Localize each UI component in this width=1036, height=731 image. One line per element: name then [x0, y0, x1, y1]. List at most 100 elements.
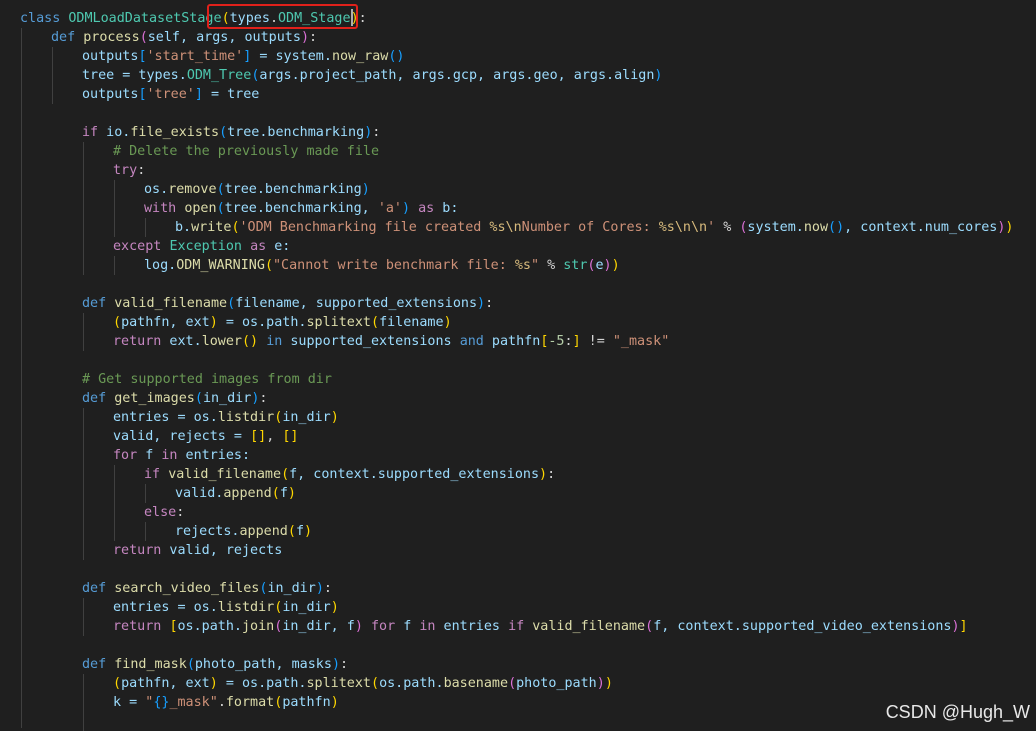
format-escape: %s [514, 258, 531, 273]
colon: : [358, 11, 367, 26]
function-call: listdir [217, 600, 275, 615]
identifier: = os.path. [217, 315, 307, 330]
code-line-21[interactable]: def get_images(in_dir): [82, 389, 267, 408]
code-line-17[interactable]: (pathfn, ext) = os.path.splitext(filenam… [113, 313, 452, 332]
string: " [530, 258, 540, 273]
code-line-35[interactable]: def find_mask(photo_path, masks): [82, 655, 348, 674]
keyword: and [459, 334, 484, 349]
comment: # Get supported images from dir [82, 372, 332, 387]
format-escape: %s\n\n [658, 220, 708, 235]
code-line-13[interactable]: except Exception as e: [113, 237, 290, 256]
code-line-23[interactable]: valid, rejects = [], [] [113, 427, 298, 446]
keyword: in [419, 619, 436, 634]
colon: : [547, 467, 556, 482]
code-line-37[interactable]: k = "{}_mask".format(pathfn) [113, 693, 339, 712]
code-line-25[interactable]: if valid_filename(f, context.supported_e… [144, 465, 555, 484]
code-line-36[interactable]: (pathfn, ext) = os.path.splitext(os.path… [113, 674, 613, 693]
code-line-28[interactable]: rejects.append(f) [175, 522, 312, 541]
code-line-20[interactable]: # Get supported images from dir [82, 370, 332, 389]
code-line-33[interactable]: return [os.path.join (in_dir, f) for f in… [113, 617, 968, 636]
bracket: ( [139, 30, 148, 45]
function-call: remove [168, 182, 217, 197]
bracket: () [242, 334, 259, 349]
code-line-24[interactable]: for f in entries: [113, 446, 250, 465]
keyword: try [113, 163, 138, 178]
bracket: ( [227, 296, 236, 311]
function-name: valid_filename [114, 296, 228, 311]
bracket: ] [572, 334, 581, 349]
class-name: Exception [169, 239, 242, 254]
keyword: def [51, 30, 76, 45]
keyword: def [82, 296, 107, 311]
identifier: entries [435, 619, 509, 634]
colon: : [309, 30, 318, 45]
function-call: now [803, 220, 829, 235]
bracket: ( [508, 676, 517, 691]
code-line-4[interactable]: tree = types.ODM_Tree(args.project_path,… [82, 66, 662, 85]
code-line-31[interactable]: def search_video_files(in_dir): [82, 579, 332, 598]
comma: , [266, 429, 283, 444]
code-line-27[interactable]: else: [144, 503, 184, 522]
identifier: pathfn, ext [121, 315, 210, 330]
bracket: ( [186, 657, 195, 672]
identifier: supported_extensions [282, 334, 460, 349]
indent-guide [114, 465, 115, 541]
bracket: ) [300, 30, 309, 45]
bracket: ( [371, 676, 380, 691]
function-name: search_video_files [114, 581, 260, 596]
identifier: outputs [82, 87, 139, 102]
code-line-29[interactable]: return valid, rejects [113, 541, 282, 560]
code-line-7[interactable]: if io.file_exists(tree.benchmarking): [82, 123, 380, 142]
function-call: append [239, 524, 288, 539]
bracket: ) [951, 619, 960, 634]
code-editor[interactable]: class ODMLoadDatasetStage(types.ODM_Stag… [0, 0, 1036, 731]
arguments: f [295, 524, 304, 539]
indent-guide [145, 522, 146, 541]
code-line-18[interactable]: return ext.lower() in supported_extensio… [113, 332, 669, 351]
arguments: pathfn [282, 695, 331, 710]
identifier: b. [175, 220, 192, 235]
string: 'start_time' [146, 49, 244, 64]
identifier: e: [266, 239, 291, 254]
indent-guide [83, 142, 84, 275]
keyword: if [508, 619, 525, 634]
code-line-14[interactable]: log.ODM_WARNING("Cannot write benchmark … [144, 256, 620, 275]
code-line-32[interactable]: entries = os.listdir(in_dir) [113, 598, 339, 617]
string: "_mask" [612, 334, 670, 349]
code-line-3[interactable]: outputs['start_time'] = system.now_raw() [82, 47, 405, 66]
string: "Cannot write benchmark file: [273, 258, 515, 273]
identifier: pathfn, ext [121, 676, 210, 691]
identifier: entries = os. [113, 410, 218, 425]
identifier: entries: [177, 448, 251, 463]
keyword: in [266, 334, 283, 349]
colon: : [323, 581, 332, 596]
function-name: find_mask [114, 657, 187, 672]
identifier: system. [747, 220, 804, 235]
code-line-9[interactable]: try: [113, 161, 145, 180]
arguments: in_dir [282, 600, 331, 615]
bracket: ( [113, 315, 122, 330]
bracket: ) [539, 467, 548, 482]
bracket: [ [138, 49, 147, 64]
code-line-10[interactable]: os.remove(tree.benchmarking) [144, 180, 370, 199]
code-line-16[interactable]: def valid_filename(filename, supported_e… [82, 294, 493, 313]
function-call: write [191, 220, 232, 235]
code-line-22[interactable]: entries = os.listdir(in_dir) [113, 408, 339, 427]
code-line-11[interactable]: with open(tree.benchmarking, 'a') as b: [144, 199, 458, 218]
bracket: ( [645, 619, 654, 634]
code-line-26[interactable]: valid.append(f) [175, 484, 296, 503]
bracket: ) [1005, 220, 1014, 235]
code-line-5[interactable]: outputs['tree'] = tree [82, 85, 259, 104]
bracket: ) [330, 600, 339, 615]
indent-guide [83, 598, 84, 636]
bracket: ( [287, 524, 296, 539]
code-line-8[interactable]: # Delete the previously made file [113, 142, 379, 161]
bracket: ( [371, 315, 380, 330]
code-line-2[interactable]: def process(self, args, outputs): [51, 28, 317, 47]
arguments: in_dir, f [282, 619, 355, 634]
identifier: os.path. [177, 619, 243, 634]
code-line-12[interactable]: b.write('ODM Benchmarking file created %… [175, 218, 1013, 237]
bracket: [ [138, 87, 147, 102]
keyword: if [144, 467, 161, 482]
bracket: ( [219, 125, 228, 140]
